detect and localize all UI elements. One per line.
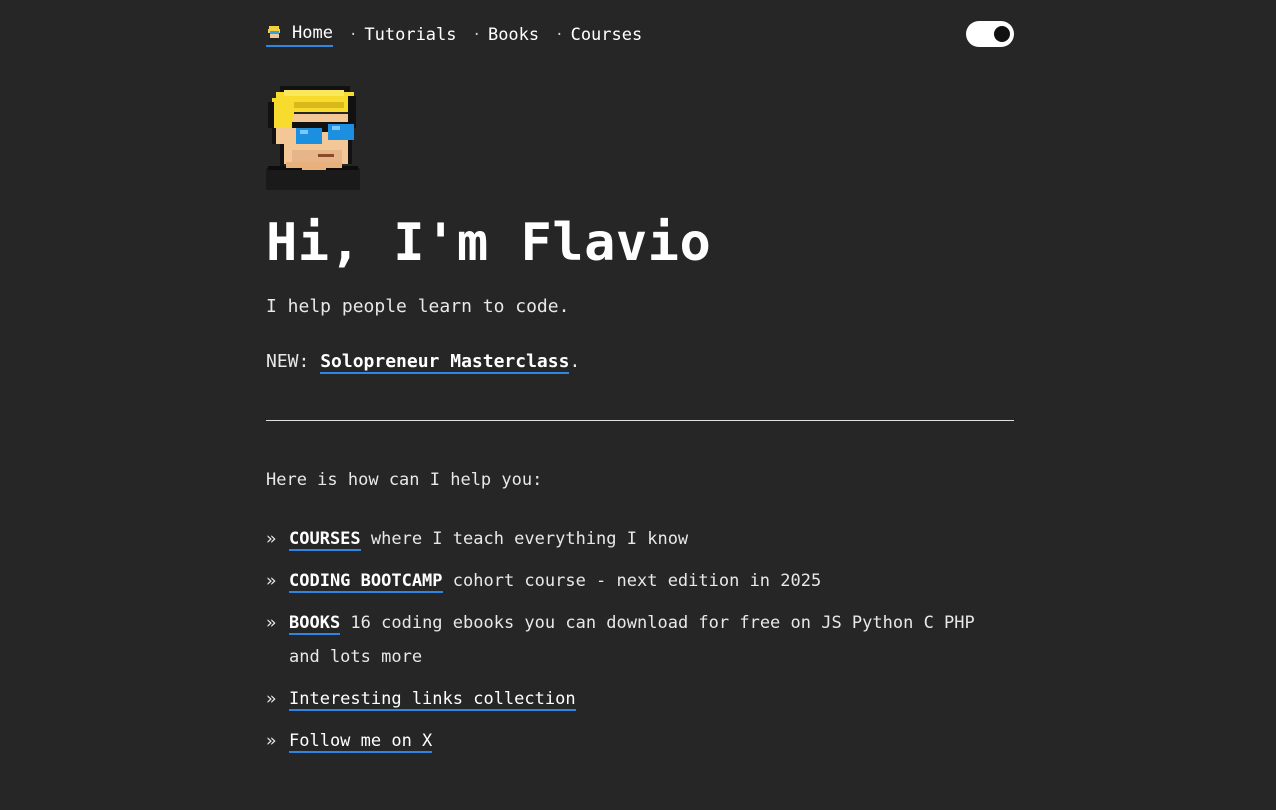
- nav-separator: ·: [348, 26, 358, 43]
- list-item: » CODING BOOTCAMP cohort course - next e…: [266, 564, 1014, 598]
- bullet-marker: »: [266, 529, 277, 549]
- follow-on-x-link[interactable]: Follow me on X: [289, 731, 433, 753]
- help-list: » COURSES where I teach everything I kno…: [266, 522, 1014, 766]
- bullet-marker: »: [266, 731, 277, 751]
- bullet-marker: »: [266, 613, 277, 633]
- list-item: » BOOKS 16 coding ebooks you can downloa…: [266, 606, 1014, 674]
- courses-link[interactable]: COURSES: [289, 529, 361, 551]
- tagline: I help people learn to code.: [266, 296, 570, 317]
- coding-bootcamp-link[interactable]: CODING BOOTCAMP: [289, 571, 443, 593]
- divider: [266, 420, 1014, 421]
- top-nav: Home · Tutorials · Books · Courses: [266, 20, 1014, 50]
- bullet-marker: »: [266, 571, 277, 591]
- list-item: » Follow me on X: [266, 724, 1014, 758]
- nav-separator: ·: [555, 26, 564, 43]
- item-description: where I teach everything I know: [360, 529, 689, 549]
- new-suffix: .: [569, 351, 581, 372]
- item-description: cohort course - next edition in 2025: [442, 571, 822, 591]
- nav-home-link[interactable]: Home: [266, 22, 333, 47]
- item-description: 16 coding ebooks you can download for fr…: [289, 613, 975, 667]
- site-logo-icon: [268, 26, 280, 41]
- avatar: [266, 86, 360, 190]
- bullet-marker: »: [266, 689, 277, 709]
- list-item: » COURSES where I teach everything I kno…: [266, 522, 1014, 556]
- toggle-knob: [994, 26, 1010, 42]
- page-title: Hi, I'm Flavio: [266, 213, 712, 273]
- solopreneur-masterclass-link[interactable]: Solopreneur Masterclass: [320, 351, 570, 374]
- nav-home-label: Home: [292, 23, 333, 43]
- list-item: » Interesting links collection: [266, 682, 1014, 716]
- new-announcement: NEW: Solopreneur Masterclass.: [266, 349, 580, 375]
- nav-books-link[interactable]: Books: [488, 24, 539, 46]
- help-intro: Here is how can I help you:: [266, 470, 543, 490]
- dark-mode-toggle[interactable]: [966, 21, 1014, 47]
- nav-tutorials-link[interactable]: Tutorials: [364, 24, 456, 46]
- interesting-links-link[interactable]: Interesting links collection: [289, 689, 576, 711]
- books-link[interactable]: BOOKS: [289, 613, 341, 635]
- nav-links: Home · Tutorials · Books · Courses: [266, 22, 642, 47]
- nav-separator: ·: [472, 26, 481, 43]
- nav-courses-link[interactable]: Courses: [571, 24, 643, 46]
- new-prefix: NEW:: [266, 351, 321, 372]
